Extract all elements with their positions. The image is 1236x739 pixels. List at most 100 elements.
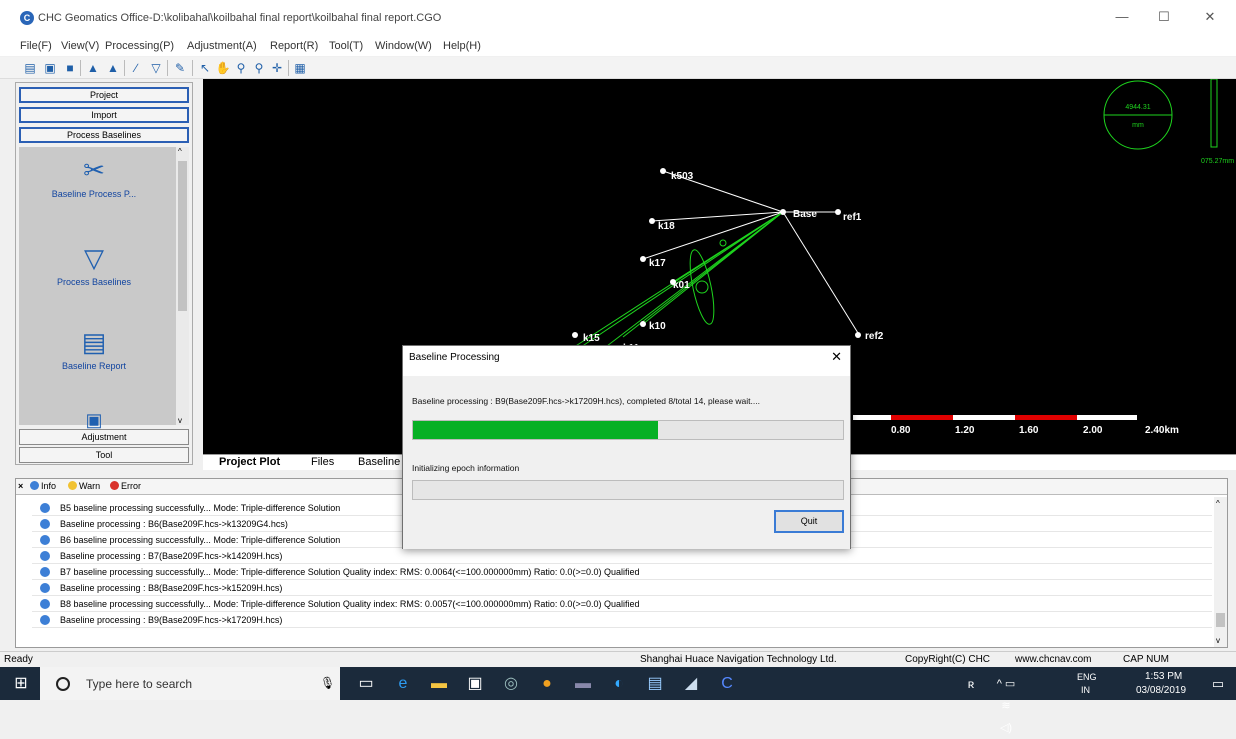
navigation-panel: Project Import Process Baselines ✂ Basel…: [15, 82, 193, 465]
task-list: ✂ Baseline Process P... ▽ Process Baseli…: [19, 147, 189, 430]
maximize-button[interactable]: ☐: [1144, 6, 1184, 28]
chrome-icon[interactable]: ●: [536, 673, 558, 695]
log-row: Baseline processing : B8(Base209F.hcs->k…: [32, 580, 1212, 596]
nav-adjustment-button[interactable]: Adjustment: [19, 429, 189, 445]
tab-project-plot[interactable]: Project Plot: [219, 456, 280, 468]
title-bar: C CHC Geomatics Office-D:\kolibahal\koil…: [0, 0, 1236, 40]
zoom-in-icon[interactable]: ⚲: [233, 60, 249, 76]
language-code[interactable]: ENG: [1077, 672, 1097, 682]
import-icon[interactable]: ▲: [85, 60, 101, 76]
menu-help[interactable]: Help(H): [443, 40, 481, 52]
nav-project-button[interactable]: Project: [19, 87, 189, 103]
menu-window[interactable]: Window(W): [375, 40, 432, 52]
tab-files[interactable]: Files: [311, 456, 334, 468]
select-icon[interactable]: ↖: [197, 60, 213, 76]
scroll-thumb[interactable]: [1216, 613, 1225, 627]
center-icon[interactable]: ✛: [269, 60, 285, 76]
menu-file[interactable]: File(F): [20, 40, 52, 52]
log-scrollbar[interactable]: ^ v: [1214, 497, 1227, 647]
scroll-down-icon[interactable]: v: [178, 416, 182, 425]
menu-report[interactable]: Report(R): [270, 40, 318, 52]
close-button[interactable]: ✕: [1190, 6, 1230, 28]
svg-text:1.60: 1.60: [1019, 425, 1039, 436]
taskbar-search[interactable]: Type here to search 🎙: [40, 667, 340, 700]
region-code[interactable]: IN: [1081, 685, 1090, 695]
label-k18: k18: [658, 221, 675, 232]
svg-text:mm: mm: [1132, 122, 1144, 129]
label-k503: k503: [671, 171, 694, 182]
zoom-out-icon[interactable]: ⚲: [251, 60, 267, 76]
task-view-icon[interactable]: ▭: [355, 673, 377, 695]
app-icon[interactable]: ◐: [608, 673, 630, 695]
scroll-thumb[interactable]: [178, 161, 187, 311]
close-icon[interactable]: ×: [18, 481, 23, 491]
dialog-body: Baseline processing : B9(Base209F.hcs->k…: [403, 376, 850, 549]
status-web: www.chcnav.com: [1015, 654, 1092, 665]
close-icon[interactable]: ✕: [831, 349, 842, 365]
microphone-icon[interactable]: 🎙: [320, 676, 335, 690]
open-icon[interactable]: ▣: [42, 60, 58, 76]
task-scrollbar[interactable]: ^ v: [176, 147, 189, 425]
app-icon[interactable]: ▤: [644, 673, 666, 695]
store-icon[interactable]: ▣: [464, 673, 486, 695]
label-k15: k15: [583, 333, 600, 344]
chc-app-icon: C: [20, 11, 34, 25]
tray-icons[interactable]: ^ ▭ ≋ ◁): [995, 673, 1017, 734]
progress-message: Baseline processing : B9(Base209F.hcs->k…: [412, 396, 760, 406]
new-icon[interactable]: ▤: [22, 60, 38, 76]
svg-text:2.00: 2.00: [1083, 425, 1103, 436]
clock-time[interactable]: 1:53 PM: [1145, 671, 1182, 682]
scroll-down-icon[interactable]: v: [1216, 636, 1220, 645]
error-icon: [110, 481, 119, 490]
file-explorer-icon[interactable]: ▬: [428, 673, 450, 695]
tab-baseline[interactable]: Baseline: [358, 456, 400, 468]
menu-view[interactable]: View(V): [61, 40, 99, 52]
app-icon[interactable]: ◢: [680, 673, 702, 695]
quit-button[interactable]: Quit: [774, 510, 844, 533]
cortana-icon: [56, 677, 70, 691]
nav-tool-button[interactable]: Tool: [19, 447, 189, 463]
tab-info[interactable]: Info: [30, 481, 56, 491]
menu-adjustment[interactable]: Adjustment(A): [187, 40, 257, 52]
tab-warn[interactable]: Warn: [68, 481, 100, 491]
line-icon[interactable]: ∕: [128, 60, 144, 76]
scroll-up-icon[interactable]: ^: [1216, 499, 1220, 508]
warning-icon: [68, 481, 77, 490]
notifications-icon[interactable]: ▭: [1207, 673, 1229, 695]
clock-date[interactable]: 03/08/2019: [1136, 685, 1186, 696]
export-icon[interactable]: ▲: [105, 60, 121, 76]
info-icon: [40, 567, 50, 577]
chc-taskbar-icon[interactable]: C: [716, 673, 738, 695]
log-row: Baseline processing : B9(Base209F.hcs->k…: [32, 612, 1212, 628]
task-baseline-process-params[interactable]: ✂ Baseline Process P...: [19, 155, 169, 200]
log-row: B7 baseline processing successfully... M…: [32, 564, 1212, 580]
edge-icon[interactable]: e: [392, 673, 414, 695]
main-progress-bar: [412, 420, 844, 440]
minimize-button[interactable]: —: [1102, 6, 1142, 28]
scroll-up-icon[interactable]: ^: [178, 147, 182, 156]
menu-processing[interactable]: Processing(P): [105, 40, 174, 52]
point-base: [780, 209, 786, 215]
task-baseline-report[interactable]: ▤ Baseline Report: [19, 327, 169, 372]
pan-icon[interactable]: ✋: [215, 60, 231, 76]
nav-import-button[interactable]: Import: [19, 107, 189, 123]
label-k17: k17: [649, 258, 666, 269]
tools-icon[interactable]: ✎: [172, 60, 188, 76]
windows-start-icon[interactable]: ⊞: [10, 673, 32, 695]
log-row: Baseline processing : B7(Base209F.hcs->k…: [32, 548, 1212, 564]
svg-text:1.20: 1.20: [955, 425, 975, 436]
menu-tool[interactable]: Tool(T): [329, 40, 363, 52]
grid-icon[interactable]: ▦: [292, 60, 308, 76]
app-icon[interactable]: ▬: [572, 673, 594, 695]
window-title: CHC Geomatics Office-D:\kolibahal\koilba…: [38, 12, 442, 24]
task-process-baselines[interactable]: ▽ Process Baselines: [19, 243, 169, 288]
save-icon[interactable]: ■: [62, 60, 78, 76]
status-company: Shanghai Huace Navigation Technology Ltd…: [640, 654, 837, 665]
tab-error[interactable]: Error: [110, 481, 141, 491]
nav-process-baselines-button[interactable]: Process Baselines: [19, 127, 189, 143]
info-icon: [40, 535, 50, 545]
info-icon: [40, 519, 50, 529]
people-icon[interactable]: ʀ: [960, 673, 982, 695]
triangle-icon[interactable]: ▽: [148, 60, 164, 76]
app-icon[interactable]: ◎: [500, 673, 522, 695]
